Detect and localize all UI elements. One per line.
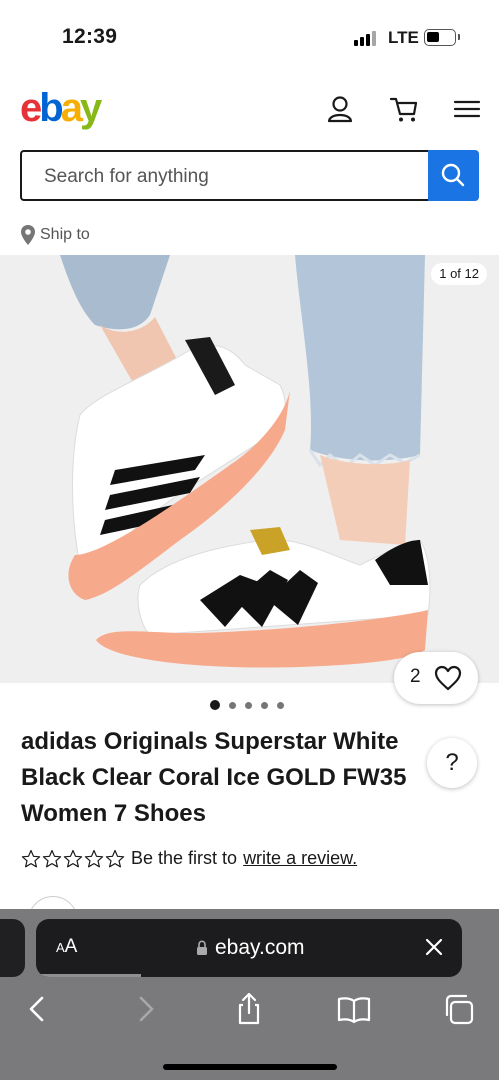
star-icon	[105, 849, 125, 867]
search-bar: Search for anything	[20, 150, 479, 201]
battery-icon	[424, 29, 456, 46]
forward-icon[interactable]	[127, 991, 163, 1027]
browser-toolbar: AA ebay.com	[0, 909, 499, 1080]
tabs-icon[interactable]	[441, 991, 477, 1027]
carousel-dot[interactable]	[261, 701, 268, 709]
signal-icon	[354, 30, 378, 46]
carousel-dot[interactable]	[210, 700, 220, 710]
search-button[interactable]	[428, 150, 479, 201]
review-summary: Be the first to write a review.	[21, 848, 357, 869]
search-input[interactable]: Search for anything	[20, 150, 429, 201]
search-icon	[441, 163, 465, 187]
menu-icon[interactable]	[452, 94, 482, 124]
back-icon[interactable]	[20, 991, 56, 1027]
lock-icon	[197, 940, 207, 955]
image-counter: 1 of 12	[431, 263, 487, 285]
rating-stars	[21, 849, 125, 869]
cart-icon[interactable]	[389, 94, 419, 124]
write-review-link[interactable]: write a review.	[243, 848, 357, 869]
star-icon	[84, 849, 104, 867]
ebay-logo[interactable]: ebay	[20, 86, 102, 131]
star-icon	[42, 849, 62, 867]
close-icon[interactable]	[422, 935, 446, 959]
heart-icon	[434, 665, 462, 691]
star-icon	[63, 849, 83, 867]
carousel-dot[interactable]	[229, 701, 236, 709]
bookmarks-icon[interactable]	[336, 991, 372, 1027]
star-icon	[21, 849, 41, 867]
url-display[interactable]: ebay.com	[196, 936, 305, 960]
text-size-small-label: A	[56, 940, 65, 955]
ship-to[interactable]: Ship to	[20, 222, 90, 248]
network-label: LTE	[388, 28, 419, 47]
share-icon[interactable]	[231, 991, 267, 1027]
carousel-dots[interactable]	[210, 700, 284, 710]
carousel-dot[interactable]	[245, 701, 252, 709]
product-image-gallery[interactable]: 1 of 12	[0, 255, 499, 683]
location-pin-icon	[21, 225, 35, 245]
site-header: ebay	[0, 80, 499, 140]
watch-count: 2	[410, 666, 421, 687]
account-icon[interactable]	[325, 94, 355, 124]
text-size-large-label: A	[64, 936, 78, 957]
status-time: 12:39	[62, 25, 118, 48]
load-progress	[36, 974, 141, 977]
listing-title-line: Women 7 Shoes	[21, 800, 206, 827]
home-indicator[interactable]	[163, 1064, 337, 1070]
listing-title-line: adidas Originals Superstar White	[21, 728, 399, 755]
product-photo	[0, 255, 499, 683]
listing-title-line: Black Clear Coral Ice GOLD FW35	[21, 764, 407, 791]
search-placeholder: Search for anything	[44, 166, 209, 187]
status-bar: 12:39 LTE	[0, 0, 499, 72]
watch-button[interactable]: 2	[394, 652, 478, 704]
listing-title: adidas Originals Superstar White Black C…	[21, 724, 441, 832]
ship-to-label: Ship to	[40, 226, 90, 243]
text-size-button[interactable]: AA	[56, 936, 77, 958]
review-prefix: Be the first to	[131, 848, 238, 868]
url-text: ebay.com	[215, 936, 305, 959]
help-button[interactable]: ?	[427, 738, 477, 788]
carousel-dot[interactable]	[277, 701, 284, 709]
previous-tab-peek[interactable]	[0, 919, 25, 977]
address-bar[interactable]: AA ebay.com	[36, 919, 462, 977]
